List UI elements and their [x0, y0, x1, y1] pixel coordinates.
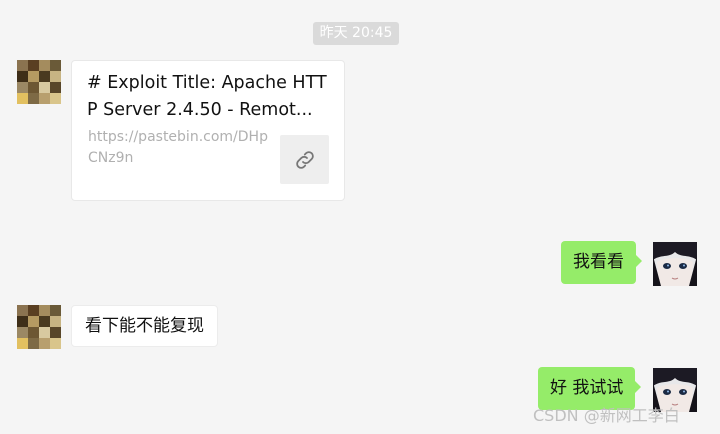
contact-avatar[interactable]: [17, 60, 61, 104]
link-icon: [280, 135, 329, 184]
link-card-url: https://pastebin.com/DHpCNz9n: [88, 129, 268, 166]
user-avatar[interactable]: [653, 242, 697, 286]
incoming-message-bubble[interactable]: 看下能不能复现: [71, 305, 218, 347]
watermark: CSDN @新网工李白: [533, 406, 680, 425]
contact-avatar[interactable]: [17, 305, 61, 349]
chat-timestamp: 昨天 20:45: [313, 22, 399, 45]
link-card-title: # Exploit Title: Apache HTTP Server 2.4.…: [87, 73, 327, 120]
outgoing-message-bubble[interactable]: 我看看: [561, 241, 642, 284]
link-card-message[interactable]: # Exploit Title: Apache HTTP Server 2.4.…: [71, 60, 345, 201]
